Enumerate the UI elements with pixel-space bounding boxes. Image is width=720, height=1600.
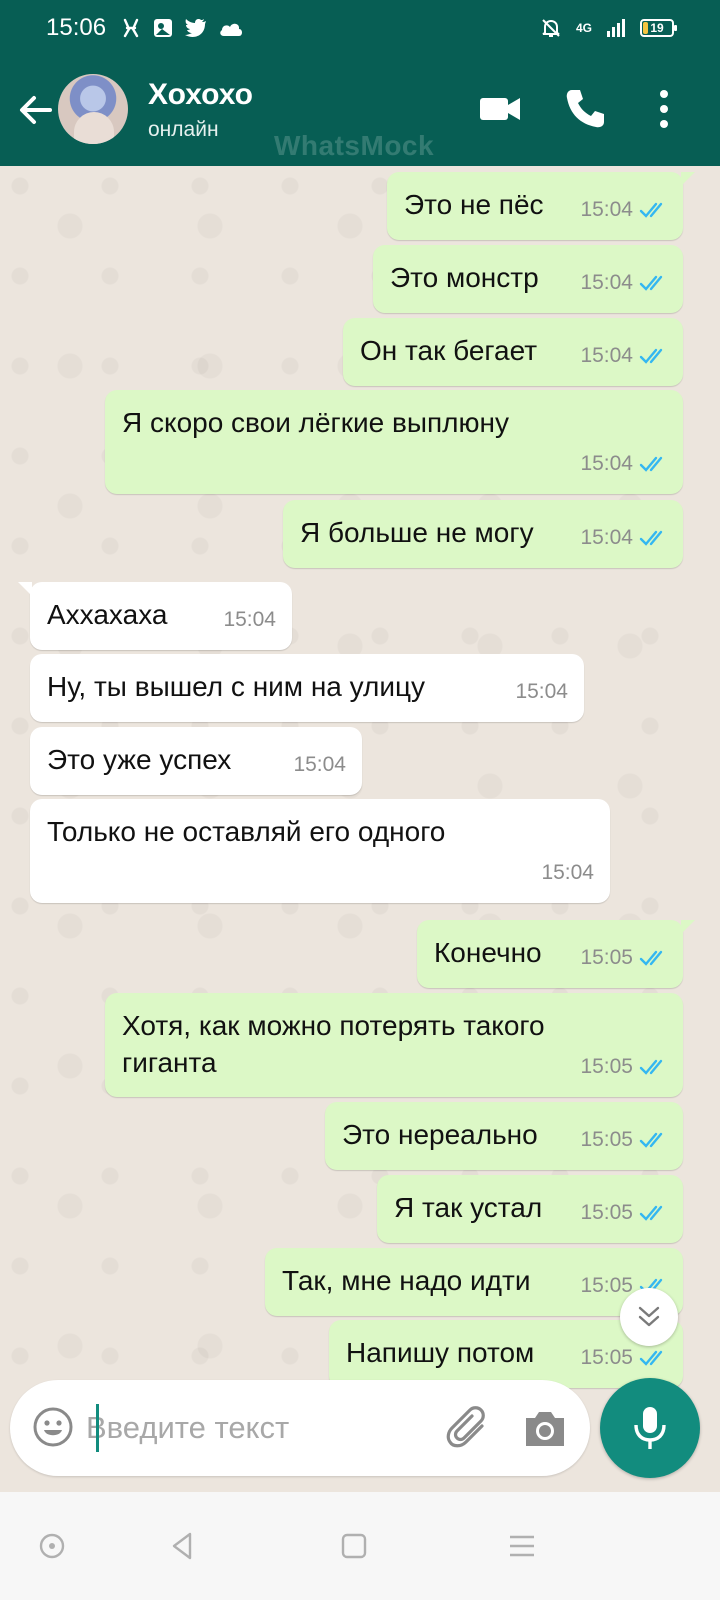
- message-text: Только не оставляй его одного: [47, 816, 446, 847]
- message-outgoing[interactable]: Конечно 15:05: [417, 920, 695, 988]
- battery-level: 19: [650, 21, 664, 35]
- message-outgoing[interactable]: Это нереально 15:05: [325, 1102, 683, 1170]
- app-notification-icon: [123, 18, 139, 38]
- message-meta: 15:05: [580, 1048, 669, 1085]
- read-ticks-icon: [639, 202, 663, 218]
- message-time: 15:05: [580, 1055, 633, 1078]
- message-text: Ну, ты вышел с ним на улицу: [47, 671, 426, 702]
- message-outgoing[interactable]: Так, мне надо идти 15:05: [265, 1248, 683, 1316]
- gallery-notification-icon: [154, 19, 173, 37]
- message-time: 15:04: [580, 344, 633, 367]
- message-time: 15:04: [293, 753, 346, 776]
- paperclip-icon[interactable]: [446, 1404, 492, 1452]
- message-text: Я скоро свои лёгкие выплюну: [122, 407, 509, 438]
- contact-status: онлайн: [148, 118, 219, 141]
- cloud-icon: [220, 23, 243, 36]
- watermark: WhatsMock: [274, 130, 435, 161]
- text-cursor: [96, 1404, 99, 1452]
- message-time: 15:05: [580, 1201, 633, 1224]
- bubble-tail: [18, 582, 32, 596]
- assistant-icon[interactable]: [36, 1530, 68, 1562]
- bubble-tail: [681, 920, 695, 934]
- message-outgoing[interactable]: Я так устал 15:05: [377, 1175, 683, 1243]
- read-ticks-icon: [639, 950, 663, 966]
- mute-bell-icon: [542, 19, 560, 37]
- smiley-icon[interactable]: [32, 1406, 74, 1448]
- nav-home-icon[interactable]: [338, 1530, 370, 1562]
- read-ticks-icon: [639, 1350, 663, 1366]
- message-incoming[interactable]: Это уже успех 15:04: [30, 727, 362, 795]
- read-ticks-icon: [639, 456, 663, 472]
- message-outgoing[interactable]: Это монстр 15:04: [373, 245, 683, 313]
- message-meta: 15:05: [580, 1121, 669, 1158]
- message-meta: 15:04: [580, 337, 669, 374]
- message-input[interactable]: [86, 1404, 426, 1452]
- battery-icon: 19: [640, 19, 677, 37]
- read-ticks-icon: [639, 1205, 663, 1221]
- video-camera-icon[interactable]: [478, 86, 524, 132]
- message-list[interactable]: Это не пёс 15:04 Это монстр 15:04 Он так…: [0, 166, 720, 1394]
- message-time: 15:04: [580, 271, 633, 294]
- read-ticks-icon: [639, 348, 663, 364]
- message-meta: 15:04: [580, 191, 669, 228]
- message-time: 15:05: [580, 1128, 633, 1151]
- message-incoming[interactable]: Только не оставляй его одного 15:04: [30, 799, 610, 903]
- microphone-icon: [634, 1407, 666, 1449]
- read-ticks-icon: [639, 1059, 663, 1075]
- status-right: 4G 19: [540, 17, 677, 39]
- message-time: 15:05: [580, 946, 633, 969]
- avatar[interactable]: [58, 74, 128, 144]
- message-outgoing[interactable]: Он так бегает 15:04: [343, 318, 683, 386]
- composer: [10, 1380, 590, 1476]
- message-meta: 15:04: [541, 854, 594, 891]
- message-meta: 15:04: [580, 445, 669, 482]
- read-ticks-icon: [639, 530, 663, 546]
- message-meta: 15:05: [580, 1194, 669, 1231]
- message-time: 15:04: [541, 861, 594, 884]
- nav-back-icon[interactable]: [166, 1530, 198, 1562]
- status-bar: 15:06 4G 19: [0, 0, 720, 56]
- message-outgoing[interactable]: Это не пёс 15:04: [387, 172, 695, 240]
- message-time: 15:04: [580, 452, 633, 475]
- message-incoming[interactable]: Аххахаха 15:04: [18, 582, 292, 650]
- system-nav-bar: [0, 1492, 720, 1600]
- camera-icon[interactable]: [522, 1406, 568, 1450]
- twitter-icon: [185, 19, 207, 37]
- message-meta: 15:04: [223, 601, 276, 638]
- read-ticks-icon: [639, 275, 663, 291]
- arrow-left-icon[interactable]: [16, 90, 56, 130]
- bubble-tail: [681, 172, 695, 186]
- message-meta: 15:04: [515, 673, 568, 710]
- message-outgoing[interactable]: Хотя, как можно потерять такого гиганта …: [105, 993, 683, 1097]
- more-vertical-icon[interactable]: [652, 86, 676, 132]
- message-time: 15:04: [515, 680, 568, 703]
- message-time: 15:04: [223, 608, 276, 631]
- message-meta: 15:04: [580, 519, 669, 556]
- contact-name[interactable]: Хохохо: [148, 78, 253, 112]
- message-time: 15:04: [580, 526, 633, 549]
- message-outgoing[interactable]: Я больше не могу 15:04: [283, 500, 683, 568]
- double-chevron-down-icon: [638, 1306, 660, 1327]
- message-meta: 15:04: [293, 746, 346, 783]
- mic-button[interactable]: [600, 1378, 700, 1478]
- message-time: 15:04: [580, 198, 633, 221]
- message-meta: 15:04: [580, 264, 669, 301]
- message-time: 15:05: [580, 1346, 633, 1369]
- status-time: 15:06: [46, 14, 107, 41]
- signal-icon: [607, 19, 625, 37]
- scroll-to-bottom-button[interactable]: [620, 1288, 678, 1346]
- nav-recents-icon[interactable]: [506, 1530, 538, 1562]
- message-outgoing[interactable]: Я скоро свои лёгкие выплюну 15:04: [105, 390, 683, 494]
- phone-icon[interactable]: [562, 86, 608, 132]
- network-type: 4G: [575, 21, 592, 35]
- message-meta: 15:05: [580, 939, 669, 976]
- message-incoming[interactable]: Ну, ты вышел с ним на улицу 15:04: [30, 654, 584, 722]
- chat-header: Хохохо онлайн WhatsMock: [0, 56, 720, 166]
- read-ticks-icon: [639, 1132, 663, 1148]
- notification-icons: [120, 17, 244, 39]
